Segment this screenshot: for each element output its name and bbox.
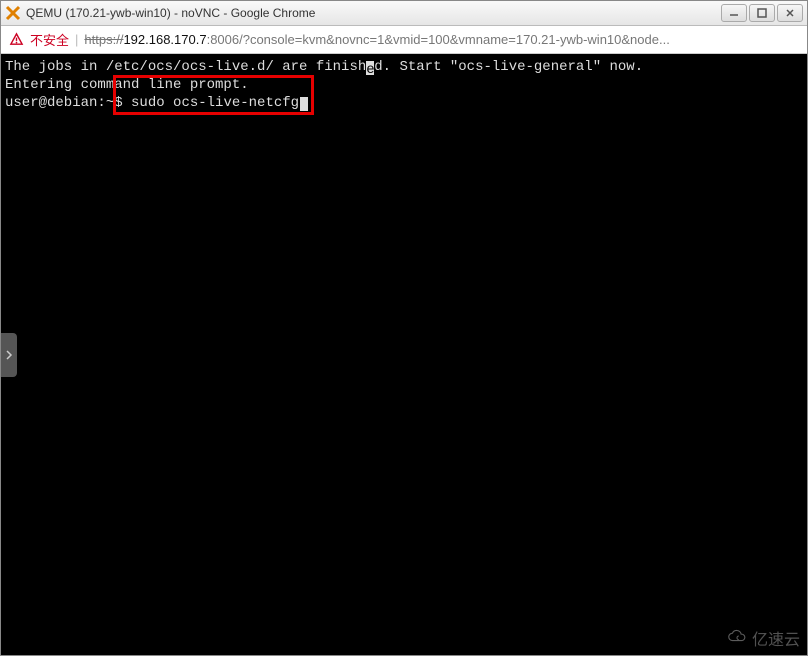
cloud-icon	[726, 628, 748, 649]
watermark: 亿速云	[726, 626, 800, 650]
url-host: 192.168.170.7	[123, 32, 206, 47]
terminal-line-1: The jobs in /etc/ocs/ocs-live.d/ are fin…	[5, 58, 803, 76]
chevron-right-icon	[5, 350, 13, 360]
address-bar[interactable]: 不安全 | https://192.168.170.7:8006/?consol…	[1, 26, 807, 54]
window-title: QEMU (170.21-ywb-win10) - noVNC - Google…	[26, 6, 721, 20]
url-display[interactable]: https://192.168.170.7:8006/?console=kvm&…	[84, 32, 799, 47]
terminal-viewport[interactable]: The jobs in /etc/ocs/ocs-live.d/ are fin…	[1, 54, 807, 655]
url-scheme: https://	[84, 32, 123, 47]
minimize-button[interactable]	[721, 4, 747, 22]
terminal-line-2: Entering command line prompt.	[5, 76, 803, 94]
text-cursor	[300, 97, 308, 111]
terminal-prompt-line: user@debian:~$ sudo ocs-live-netcfg	[5, 94, 803, 112]
maximize-button[interactable]	[749, 4, 775, 22]
titlebar[interactable]: QEMU (170.21-ywb-win10) - noVNC - Google…	[1, 1, 807, 26]
qemu-x-icon	[5, 5, 21, 21]
shell-prompt: user@debian:~$	[5, 95, 131, 111]
browser-window: QEMU (170.21-ywb-win10) - noVNC - Google…	[0, 0, 808, 656]
watermark-text: 亿速云	[752, 626, 800, 650]
url-path: :8006/?console=kvm&novnc=1&vmid=100&vmna…	[207, 32, 670, 47]
addrbar-divider: |	[75, 32, 78, 47]
window-controls	[721, 4, 803, 22]
insecure-label: 不安全	[30, 30, 69, 49]
close-button[interactable]	[777, 4, 803, 22]
warning-triangle-icon	[9, 32, 24, 47]
shell-command: sudo ocs-live-netcfg	[131, 95, 299, 111]
novnc-sidebar-toggle[interactable]	[1, 333, 17, 377]
